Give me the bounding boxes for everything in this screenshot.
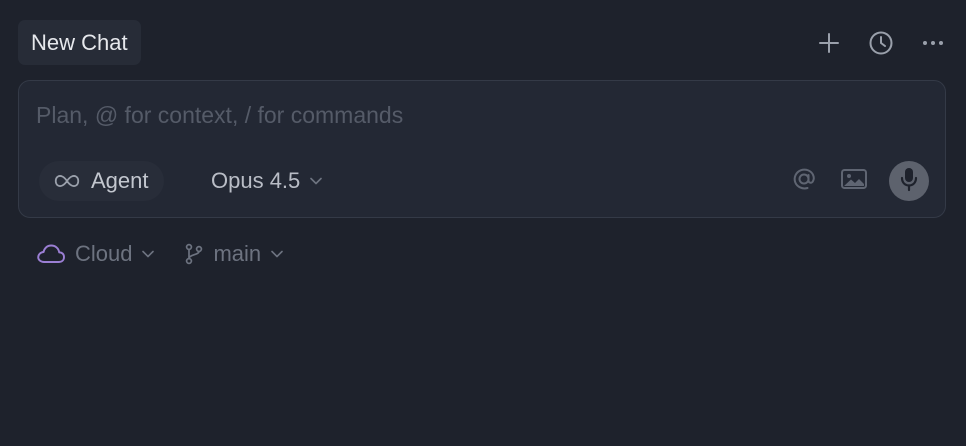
plus-icon	[817, 31, 841, 55]
voice-input-button[interactable]	[889, 161, 929, 201]
header-actions	[792, 26, 948, 60]
more-options-button[interactable]	[918, 28, 948, 58]
cloud-icon	[36, 243, 66, 265]
infinity-icon	[53, 173, 81, 189]
chat-composer: Agent Opus 4.5	[18, 80, 946, 218]
model-selector[interactable]: Opus 4.5	[211, 161, 323, 201]
branch-label: main	[213, 241, 262, 266]
environment-selector[interactable]: Cloud	[36, 241, 155, 267]
tab-new-chat[interactable]: New Chat	[18, 20, 141, 65]
composer-tools	[769, 161, 929, 201]
new-chat-button[interactable]	[814, 28, 844, 58]
image-icon	[840, 167, 868, 196]
composer-toolbar: Agent Opus 4.5	[39, 161, 929, 201]
attach-image-button[interactable]	[839, 161, 869, 201]
git-branch-icon	[184, 243, 204, 265]
chat-header: New Chat	[18, 20, 948, 65]
prompt-input[interactable]	[36, 99, 916, 131]
chevron-down-icon	[271, 250, 283, 258]
model-label: Opus 4.5	[211, 168, 301, 193]
agent-mode-selector[interactable]: Agent	[39, 161, 164, 201]
more-icon	[921, 31, 945, 55]
environment-label: Cloud	[75, 241, 133, 266]
tab-label: New Chat	[31, 29, 128, 55]
chevron-down-icon	[142, 250, 155, 258]
history-button[interactable]	[866, 28, 896, 58]
mention-context-button[interactable]	[789, 161, 819, 201]
history-icon	[868, 30, 894, 56]
chevron-down-icon	[310, 177, 323, 185]
at-mention-icon	[790, 165, 818, 198]
branch-selector[interactable]: main	[184, 241, 283, 267]
microphone-icon	[899, 166, 919, 197]
agent-mode-label: Agent	[91, 168, 149, 193]
composer-footer: Cloud main	[36, 236, 283, 272]
